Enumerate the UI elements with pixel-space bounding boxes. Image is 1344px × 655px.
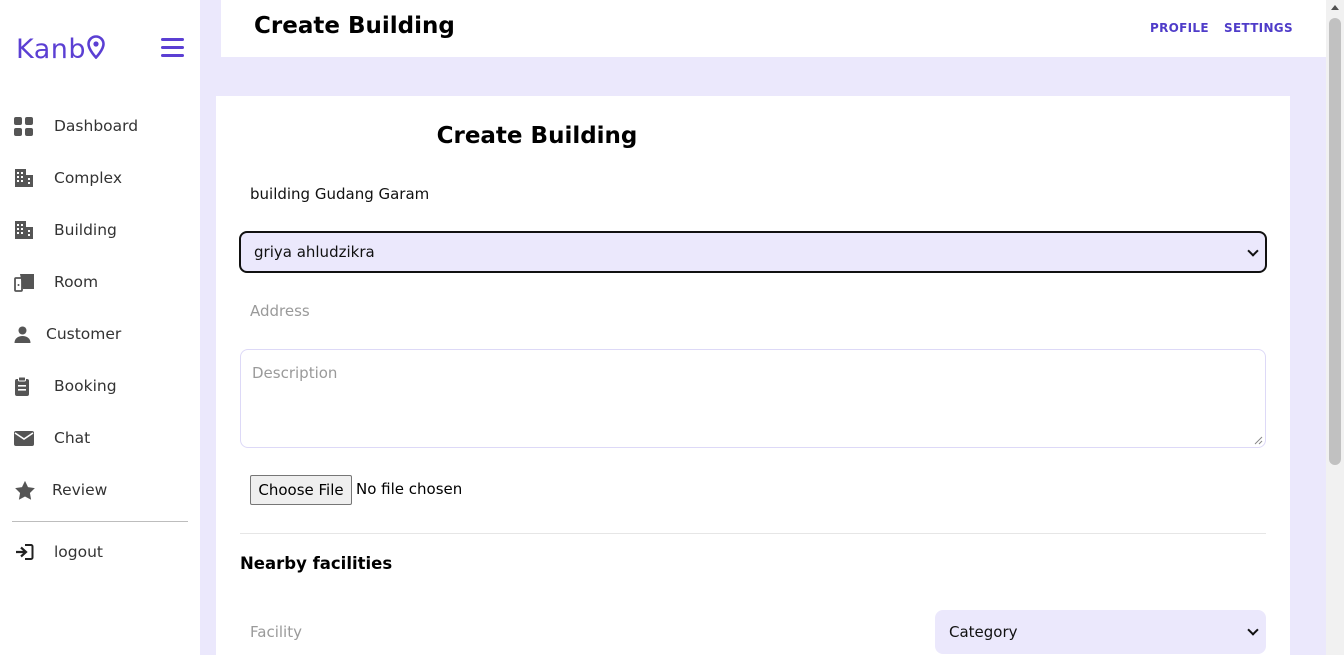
scrollbar-thumb[interactable]	[1329, 18, 1341, 465]
sidebar-item-room[interactable]: Room	[14, 267, 189, 297]
sidebar-item-label: Chat	[54, 429, 91, 447]
sidebar-item-complex[interactable]: Complex	[14, 163, 189, 193]
address-input[interactable]	[240, 295, 1266, 327]
sidebar-item-chat[interactable]: Chat	[14, 423, 189, 453]
sidebar-item-label: Review	[52, 481, 108, 499]
profile-link[interactable]: PROFILE	[1150, 21, 1209, 35]
category-select[interactable]: Category	[935, 610, 1266, 654]
sidebar-item-logout[interactable]: logout	[14, 537, 189, 567]
envelope-icon	[14, 427, 40, 449]
sidebar-item-label: Room	[54, 273, 99, 291]
sidebar-divider	[12, 521, 188, 522]
sidebar-item-label: Complex	[54, 169, 122, 187]
complex-select-value: griya ahludzikra	[254, 243, 375, 261]
complex-select[interactable]: griya ahludzikra	[239, 231, 1267, 273]
sidebar-item-booking[interactable]: Booking	[14, 371, 189, 401]
clipboard-icon	[14, 375, 40, 397]
category-select-value: Category	[949, 623, 1018, 641]
resize-grip-icon[interactable]	[1254, 436, 1263, 445]
choose-file-button[interactable]: Choose File	[250, 475, 352, 505]
sidebar-item-review[interactable]: Review	[14, 475, 189, 505]
description-textarea[interactable]	[240, 349, 1266, 448]
star-icon	[14, 479, 38, 501]
top-header: Create Building PROFILE SETTINGS	[221, 0, 1326, 57]
scroll-up-arrow-icon[interactable]	[1331, 5, 1339, 10]
hamburger-menu-icon[interactable]	[161, 38, 184, 60]
brand-logo[interactable]: Kanb	[16, 33, 105, 66]
sidebar-item-label: logout	[54, 543, 104, 561]
facility-input[interactable]	[240, 616, 920, 648]
form-title: Create Building	[436, 123, 638, 149]
sidebar-item-label: Customer	[46, 325, 122, 343]
building-icon	[14, 167, 40, 189]
sidebar-item-building[interactable]: Building	[14, 215, 189, 245]
building-name-input[interactable]	[240, 178, 1266, 210]
chevron-down-icon	[1247, 245, 1259, 257]
chevron-down-icon	[1247, 624, 1259, 636]
logout-icon	[14, 541, 40, 563]
user-icon	[14, 323, 32, 345]
brand-name: Kanb	[16, 34, 87, 65]
sidebar-item-customer[interactable]: Customer	[14, 319, 189, 349]
page-title: Create Building	[254, 13, 455, 39]
building-icon	[14, 219, 40, 241]
location-pin-icon	[87, 35, 105, 66]
sidebar-item-label: Booking	[54, 377, 117, 395]
page-scrollbar[interactable]	[1326, 0, 1344, 655]
door-icon	[14, 271, 40, 293]
section-divider	[240, 533, 1266, 534]
sidebar: Kanb Dashboard Complex Building Room Cus…	[0, 0, 200, 655]
file-status-text: No file chosen	[356, 480, 463, 498]
settings-link[interactable]: SETTINGS	[1224, 21, 1293, 35]
nearby-facilities-heading: Nearby facilities	[240, 554, 393, 573]
sidebar-item-label: Building	[54, 221, 117, 239]
